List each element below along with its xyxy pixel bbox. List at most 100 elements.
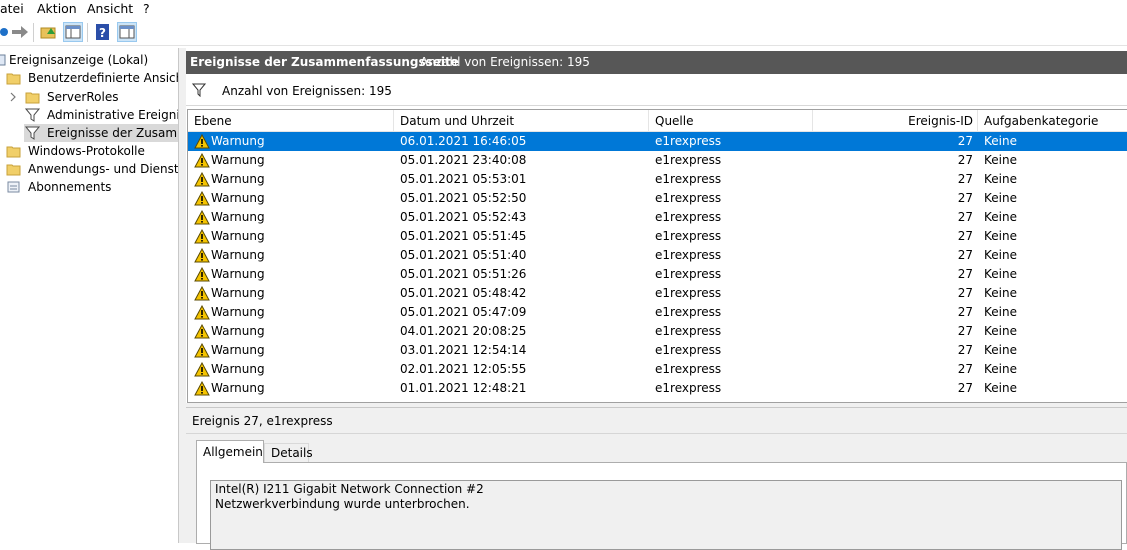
table-row[interactable]: Warnung 05.01.2021 05:48:42 e1rexpress 27 Ke… bbox=[188, 284, 1127, 303]
vertical-splitter[interactable] bbox=[179, 48, 186, 543]
cell-task-category: Keine bbox=[984, 305, 1017, 319]
tree-item-event-viewer[interactable]: Ereignisanzeige (Lokal) bbox=[0, 51, 178, 69]
table-row[interactable]: Warnung 05.01.2021 05:47:09 e1rexpress 27 Ke… bbox=[188, 303, 1127, 322]
cell-event-id: 27 bbox=[957, 153, 973, 167]
table-row[interactable]: Warnung 05.01.2021 05:51:26 e1rexpress 27 Ke… bbox=[188, 265, 1127, 284]
menu-datei[interactable]: atei bbox=[0, 1, 24, 16]
cell-source: e1rexpress bbox=[655, 305, 722, 319]
menu-bar: atei Aktion Ansicht ? bbox=[0, 0, 1127, 18]
warning-icon bbox=[194, 209, 210, 225]
cell-source: e1rexpress bbox=[655, 343, 722, 357]
cell-source: e1rexpress bbox=[655, 362, 722, 376]
view-header: Ereignisse der Zusammenfassungsseite Anz… bbox=[186, 51, 1127, 74]
tree-item-admin-events[interactable]: Administrative Ereignisse bbox=[0, 106, 179, 124]
cell-level: Warnung bbox=[211, 210, 265, 224]
tab-content: Intel(R) I211 Gigabit Network Connection… bbox=[196, 462, 1127, 550]
column-header-level[interactable]: Ebene bbox=[188, 110, 394, 132]
table-row[interactable]: Warnung 02.01.2021 12:05:55 e1rexpress 27 Ke… bbox=[188, 360, 1127, 379]
warning-icon bbox=[194, 380, 210, 396]
folder-icon bbox=[6, 71, 21, 85]
column-header-task-category[interactable]: Aufgabenkategorie bbox=[978, 110, 1127, 132]
cell-event-id: 27 bbox=[957, 172, 973, 186]
cell-task-category: Keine bbox=[984, 172, 1017, 186]
event-message-line: Netzwerkverbindung wurde unterbrochen. bbox=[215, 497, 470, 511]
cell-event-id: 27 bbox=[957, 343, 973, 357]
cell-level: Warnung bbox=[211, 172, 265, 186]
tree-item-serverroles[interactable]: ServerRoles bbox=[0, 88, 178, 106]
warning-icon bbox=[194, 228, 210, 244]
tree-item-windows-logs[interactable]: Windows-Protokolle bbox=[0, 142, 178, 160]
event-viewer-icon bbox=[0, 53, 8, 67]
table-header: Ebene Datum und Uhrzeit Quelle Ereignis-… bbox=[188, 110, 1127, 132]
cell-source: e1rexpress bbox=[655, 229, 722, 243]
cell-event-id: 27 bbox=[957, 362, 973, 376]
table-row[interactable]: Warnung 05.01.2021 05:52:50 e1rexpress 27 Ke… bbox=[188, 189, 1127, 208]
column-header-event-id[interactable]: Ereignis-ID bbox=[813, 110, 977, 132]
folder-icon bbox=[6, 162, 21, 176]
chevron-right-icon[interactable] bbox=[9, 90, 17, 104]
tree-item-custom-views[interactable]: Benutzerdefinierte Ansichten bbox=[0, 69, 178, 87]
cell-date: 05.01.2021 05:51:40 bbox=[400, 248, 527, 262]
table-row[interactable]: Warnung 05.01.2021 05:51:45 e1rexpress 27 Ke… bbox=[188, 227, 1127, 246]
cell-event-id: 27 bbox=[957, 324, 973, 338]
cell-event-id: 27 bbox=[957, 286, 973, 300]
cell-date: 05.01.2021 05:52:43 bbox=[400, 210, 527, 224]
cell-source: e1rexpress bbox=[655, 286, 722, 300]
toolbar: ? bbox=[0, 19, 1127, 46]
event-message-line: Intel(R) I211 Gigabit Network Connection… bbox=[215, 482, 484, 496]
warning-icon bbox=[194, 152, 210, 168]
toolbar-separator bbox=[33, 23, 34, 42]
cell-source: e1rexpress bbox=[655, 324, 722, 338]
table-row[interactable]: Warnung 06.01.2021 16:46:05 e1rexpress 27 Ke… bbox=[188, 132, 1127, 151]
menu-ansicht[interactable]: Ansicht bbox=[87, 1, 133, 16]
tree-item-label: Anwendungs- und Dienstprotokolle bbox=[28, 162, 179, 176]
warning-icon bbox=[194, 342, 210, 358]
cell-date: 05.01.2021 05:51:26 bbox=[400, 267, 527, 281]
table-row[interactable]: Warnung 03.01.2021 12:54:14 e1rexpress 27 Ke… bbox=[188, 341, 1127, 360]
cell-level: Warnung bbox=[211, 267, 265, 281]
up-folder-icon[interactable] bbox=[39, 22, 59, 42]
table-row[interactable]: Warnung 05.01.2021 05:53:01 e1rexpress 27 Ke… bbox=[188, 170, 1127, 189]
column-header-source[interactable]: Quelle bbox=[649, 110, 813, 132]
cell-task-category: Keine bbox=[984, 153, 1017, 167]
forward-icon[interactable] bbox=[10, 22, 30, 42]
tree-item-subscriptions[interactable]: Abonnements bbox=[0, 178, 178, 196]
cell-level: Warnung bbox=[211, 324, 265, 338]
cell-source: e1rexpress bbox=[655, 134, 722, 148]
table-row[interactable]: Warnung 04.01.2021 20:08:25 e1rexpress 27 Ke… bbox=[188, 322, 1127, 341]
view-event-count: Anzahl von Ereignissen: 195 bbox=[420, 55, 590, 69]
menu-help[interactable]: ? bbox=[143, 1, 150, 16]
tree-item-app-service-logs[interactable]: Anwendungs- und Dienstprotokolle bbox=[0, 160, 179, 178]
tab-details[interactable]: Details bbox=[264, 443, 313, 463]
event-message-box[interactable]: Intel(R) I211 Gigabit Network Connection… bbox=[210, 480, 1122, 550]
cell-level: Warnung bbox=[211, 153, 265, 167]
column-header-date[interactable]: Datum und Uhrzeit bbox=[394, 110, 649, 132]
cell-source: e1rexpress bbox=[655, 267, 722, 281]
tree-item-label: Benutzerdefinierte Ansichten bbox=[28, 71, 178, 85]
warning-icon bbox=[194, 304, 210, 320]
show-action-pane-icon[interactable] bbox=[117, 22, 137, 42]
warning-icon bbox=[194, 247, 210, 263]
cell-task-category: Keine bbox=[984, 210, 1017, 224]
cell-source: e1rexpress bbox=[655, 210, 722, 224]
table-row[interactable]: Warnung 05.01.2021 05:52:43 e1rexpress 27 Ke… bbox=[188, 208, 1127, 227]
tree-item-label: Ereignisse der Zusammenfassungsseite bbox=[47, 126, 178, 140]
help-icon[interactable]: ? bbox=[93, 22, 113, 42]
cell-date: 04.01.2021 20:08:25 bbox=[400, 324, 527, 338]
table-row[interactable]: Warnung 05.01.2021 05:51:40 e1rexpress 27 Ke… bbox=[188, 246, 1127, 265]
tree-item-label: Administrative Ereignisse bbox=[47, 108, 179, 122]
cell-date: 01.01.2021 12:48:21 bbox=[400, 381, 527, 395]
warning-icon bbox=[194, 361, 210, 377]
table-row[interactable]: Warnung 01.01.2021 12:48:21 e1rexpress 27 Ke… bbox=[188, 379, 1127, 398]
table-row[interactable]: Warnung 05.01.2021 23:40:08 e1rexpress 27 Ke… bbox=[188, 151, 1127, 170]
warning-icon bbox=[194, 323, 210, 339]
filter-icon bbox=[24, 108, 41, 122]
show-hide-tree-icon[interactable] bbox=[63, 22, 83, 42]
cell-event-id: 27 bbox=[957, 248, 973, 262]
menu-aktion[interactable]: Aktion bbox=[37, 1, 77, 16]
tab-general[interactable]: Allgemein bbox=[196, 440, 264, 463]
cell-source: e1rexpress bbox=[655, 381, 722, 395]
cell-event-id: 27 bbox=[957, 191, 973, 205]
filter-icon bbox=[191, 83, 207, 98]
tree-item-summary-events[interactable]: Ereignisse der Zusammenfassungsseite bbox=[24, 124, 178, 142]
